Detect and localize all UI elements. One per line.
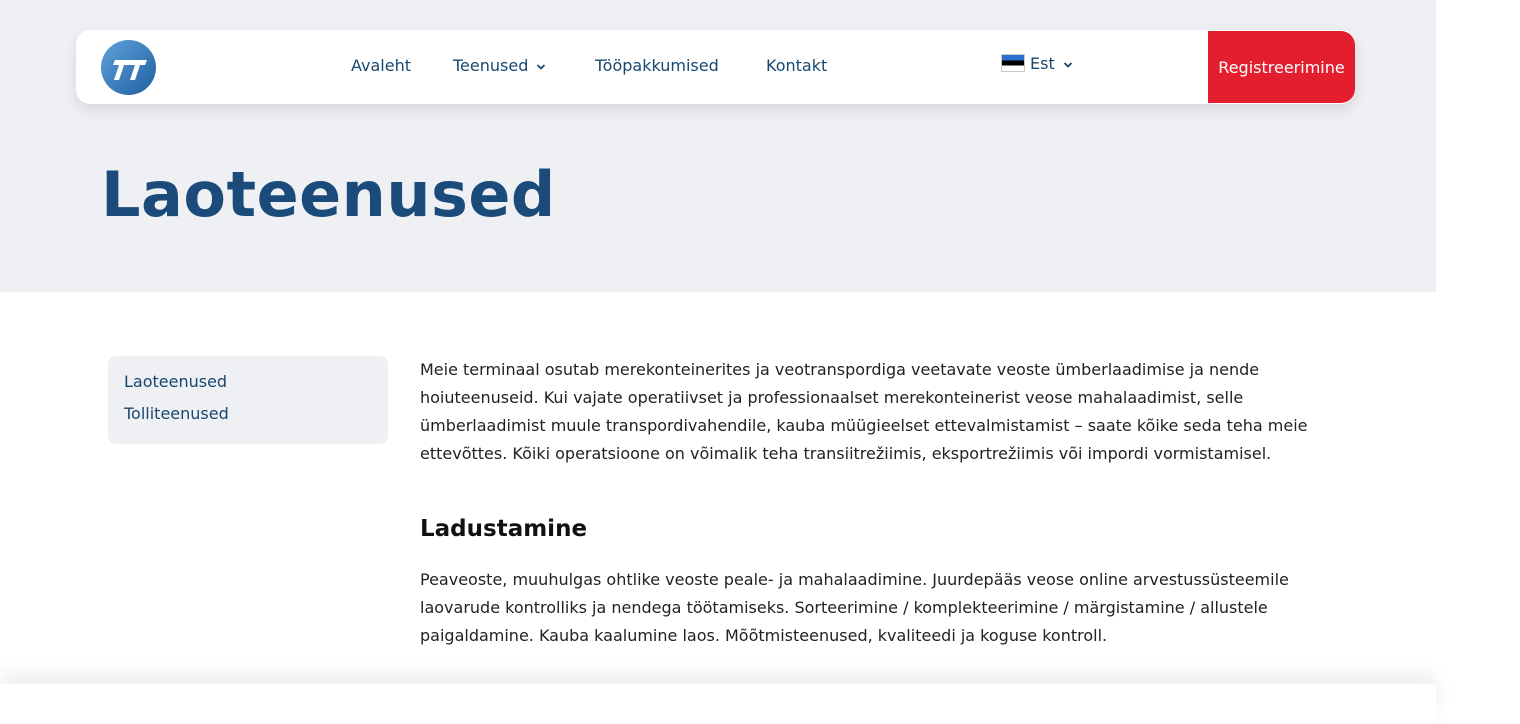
nav-services-link[interactable]: Teenused — [453, 56, 546, 75]
register-button[interactable]: Registreerimine — [1208, 31, 1355, 103]
section-paragraph: Peaveoste, muuhulgas ohtlike veoste peal… — [420, 570, 1289, 645]
sidebar-item-tolliteenused[interactable]: Tolliteenused — [124, 398, 372, 430]
sidebar-item-laoteenused[interactable]: Laoteenused — [124, 366, 372, 398]
company-logo[interactable] — [101, 40, 156, 95]
main-content: Meie terminaal osutab merekonteinerites … — [420, 356, 1320, 650]
language-selector[interactable]: Est — [1001, 54, 1073, 76]
chevron-down-icon — [537, 63, 546, 70]
page-title: Laoteenused — [101, 158, 556, 231]
bottom-overlay-bar — [0, 684, 1436, 724]
chevron-down-icon — [1063, 61, 1072, 68]
language-label: Est — [1030, 54, 1055, 73]
top-navbar: Avaleht Teenused Tööpakkumised Kontakt E… — [76, 30, 1355, 104]
nav-contact-link[interactable]: Kontakt — [766, 56, 827, 75]
logo-icon — [101, 40, 156, 95]
estonia-flag-icon — [1001, 54, 1025, 72]
nav-home-link[interactable]: Avaleht — [351, 56, 411, 75]
nav-jobs-link[interactable]: Tööpakkumised — [595, 56, 719, 75]
section-heading: Ladustamine — [420, 516, 588, 542]
intro-paragraph: Meie terminaal osutab merekonteinerites … — [420, 360, 1308, 463]
sidebar-menu: Laoteenused Tolliteenused — [108, 356, 388, 444]
nav-services-label: Teenused — [453, 56, 529, 75]
